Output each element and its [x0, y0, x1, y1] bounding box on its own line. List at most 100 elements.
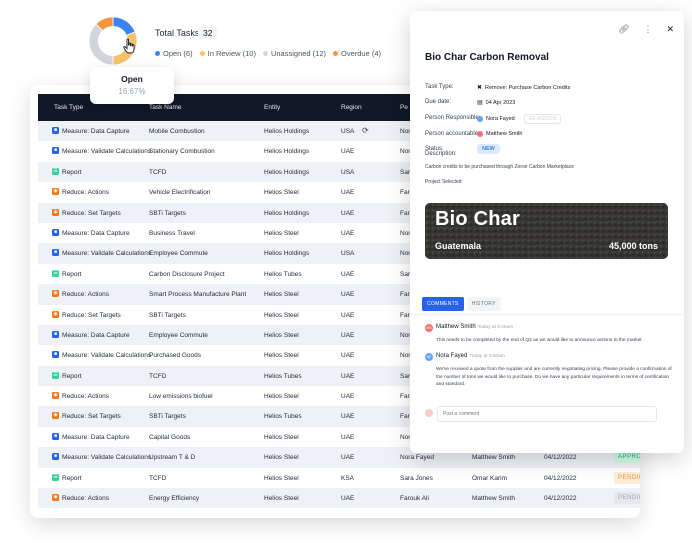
- task-name[interactable]: Upstream T & D: [149, 454, 195, 461]
- column-header-task-name[interactable]: Task Name: [149, 104, 182, 111]
- entity: Helios Steel: [264, 433, 299, 441]
- task-name[interactable]: TCFD: [149, 475, 166, 482]
- task-type-text: Remove: Purchase Carbon Credits: [485, 84, 571, 91]
- region: UAE: [341, 433, 355, 441]
- person-responsible: Nora Fayed: [400, 454, 434, 462]
- link-icon[interactable]: 🔗︎: [618, 24, 629, 35]
- tabs-divider: [410, 314, 684, 315]
- avatar: [425, 409, 433, 417]
- region: USA: [341, 250, 355, 258]
- task-name[interactable]: Low emissions biofuel: [149, 393, 213, 400]
- due-date: 04/12/2022: [544, 495, 577, 503]
- task-type-icon: ☰: [52, 167, 59, 175]
- task-name[interactable]: TCFD: [149, 373, 166, 380]
- task-type: Report: [62, 372, 82, 380]
- legend-label: Unassigned (12): [270, 49, 326, 58]
- task-name[interactable]: Energy Efficiency: [149, 495, 199, 502]
- due-date: 04/12/2022: [544, 474, 577, 482]
- status-badge[interactable]: PENDING: [614, 471, 640, 484]
- task-name[interactable]: Purchased Goods: [149, 352, 201, 359]
- task-name[interactable]: Stationary Combustion: [149, 148, 215, 155]
- donut-legend: Open (6) In Review (10) Unassigned (12) …: [155, 49, 381, 58]
- person-responsible: Sar: [400, 372, 411, 380]
- table-row[interactable]: ◉ Reduce: Actions Energy Efficiency Helios …: [38, 488, 640, 509]
- description-label: Description:: [425, 151, 457, 157]
- entity: Helios Holdings: [264, 250, 310, 258]
- region: UAE: [341, 189, 355, 197]
- region: UAE: [341, 393, 355, 401]
- total-tasks-label: Total Tasks: [155, 28, 200, 38]
- tab-history[interactable]: HISTORY: [466, 297, 501, 311]
- person-responsible: Far: [400, 209, 410, 217]
- project-card[interactable]: Bio Char Guatemala 45,000 tons: [425, 203, 668, 259]
- person-responsible: Nor: [400, 128, 411, 135]
- task-type: Measure: Validate Calculations: [62, 352, 152, 360]
- task-type: Reduce: Actions: [62, 291, 109, 299]
- task-name[interactable]: Employee Commute: [149, 250, 208, 257]
- task-type: Report: [62, 270, 82, 278]
- legend-unassigned[interactable]: Unassigned (12): [262, 49, 326, 58]
- due-date-value[interactable]: ▤ 04 Apr 2023: [477, 99, 515, 107]
- status-value[interactable]: NEW: [477, 144, 500, 154]
- column-header-region[interactable]: Region: [341, 104, 362, 111]
- task-type-icon: ◉: [52, 208, 59, 216]
- task-name[interactable]: Business Travel: [149, 230, 195, 237]
- entity: Helios Holdings: [264, 168, 310, 176]
- task-name[interactable]: TCFD: [149, 169, 166, 176]
- region: UAE: [341, 495, 355, 503]
- task-type-icon: ■: [52, 127, 59, 134]
- refresh-icon[interactable]: ⟳: [362, 126, 369, 135]
- task-name[interactable]: Capital Goods: [149, 434, 190, 441]
- task-name[interactable]: Mobile Combustion: [149, 128, 205, 135]
- task-type-icon: ■: [52, 432, 59, 440]
- legend-overdue[interactable]: Overdue (4): [333, 49, 381, 58]
- panel-toolbar: 🔗︎ ⋮ ✕: [618, 24, 674, 35]
- task-type: Reduce: Actions: [62, 495, 109, 503]
- person-accountable: Matthew Smith: [472, 454, 515, 462]
- task-name[interactable]: Carbon Disclosure Project: [149, 271, 225, 278]
- task-type-icon: ■: [52, 453, 59, 461]
- region: UAE: [341, 291, 355, 299]
- task-name[interactable]: Smart Process Manufacture Plant: [149, 291, 246, 298]
- entity: Helios Steel: [264, 331, 299, 339]
- person-responsible-value[interactable]: Nora Fayed RE-ASSIGN: [477, 114, 562, 124]
- tab-comments[interactable]: COMMENTS: [422, 297, 464, 311]
- task-type: Measure: Data Capture: [62, 433, 130, 441]
- person-responsible: Nor: [400, 229, 411, 237]
- project-selected-label: Project Selected:: [425, 179, 463, 185]
- task-type: Measure: Data Capture: [62, 229, 130, 237]
- task-name[interactable]: SBTi Targets: [149, 210, 186, 217]
- status-badge[interactable]: PENDING: [614, 492, 640, 505]
- task-name[interactable]: Vehicle Electrification: [149, 189, 210, 196]
- comment-time: Today at 9:50am: [469, 354, 505, 359]
- person-accountable: Omar Karim: [472, 474, 508, 482]
- entity: Helios Tubes: [264, 270, 302, 278]
- legend-in-review[interactable]: In Review (10): [199, 49, 256, 58]
- entity: Helios Steel: [264, 393, 299, 401]
- column-header-entity[interactable]: Entity: [264, 104, 280, 111]
- project-name: Bio Char: [435, 208, 520, 230]
- region: KSA: [341, 474, 355, 482]
- region: UAE: [341, 372, 355, 380]
- due-date-label: Due date:: [425, 99, 452, 105]
- task-name[interactable]: SBTi Targets: [149, 413, 186, 420]
- status-badge: NEW: [477, 144, 500, 154]
- person-accountable-value[interactable]: Matthew Smith: [477, 131, 522, 137]
- comment-input[interactable]: [437, 406, 657, 422]
- table-row[interactable]: ☰ Report TCFD Helios Steel KSA Sara Jones Omar…: [38, 468, 640, 488]
- column-header-person[interactable]: Pe: [400, 104, 408, 111]
- more-options-icon[interactable]: ⋮: [643, 24, 652, 35]
- legend-open[interactable]: Open (6): [155, 49, 193, 58]
- task-name[interactable]: SBTi Targets: [149, 312, 186, 319]
- entity: Helios Steel: [264, 454, 299, 462]
- column-header-task-type[interactable]: Task Type: [54, 104, 83, 111]
- close-icon[interactable]: ✕: [666, 24, 674, 35]
- task-type-icon: ◉: [52, 310, 59, 318]
- task-name[interactable]: Employee Commute: [149, 332, 208, 339]
- reassign-button[interactable]: RE-ASSIGN: [523, 114, 562, 124]
- status-badge[interactable]: APPROVED: [614, 451, 640, 464]
- task-type-icon: ☰: [52, 473, 59, 481]
- total-tasks-count: 32: [198, 27, 218, 39]
- region: USA: [341, 168, 355, 176]
- tooltip-value: 16.67%: [118, 87, 146, 96]
